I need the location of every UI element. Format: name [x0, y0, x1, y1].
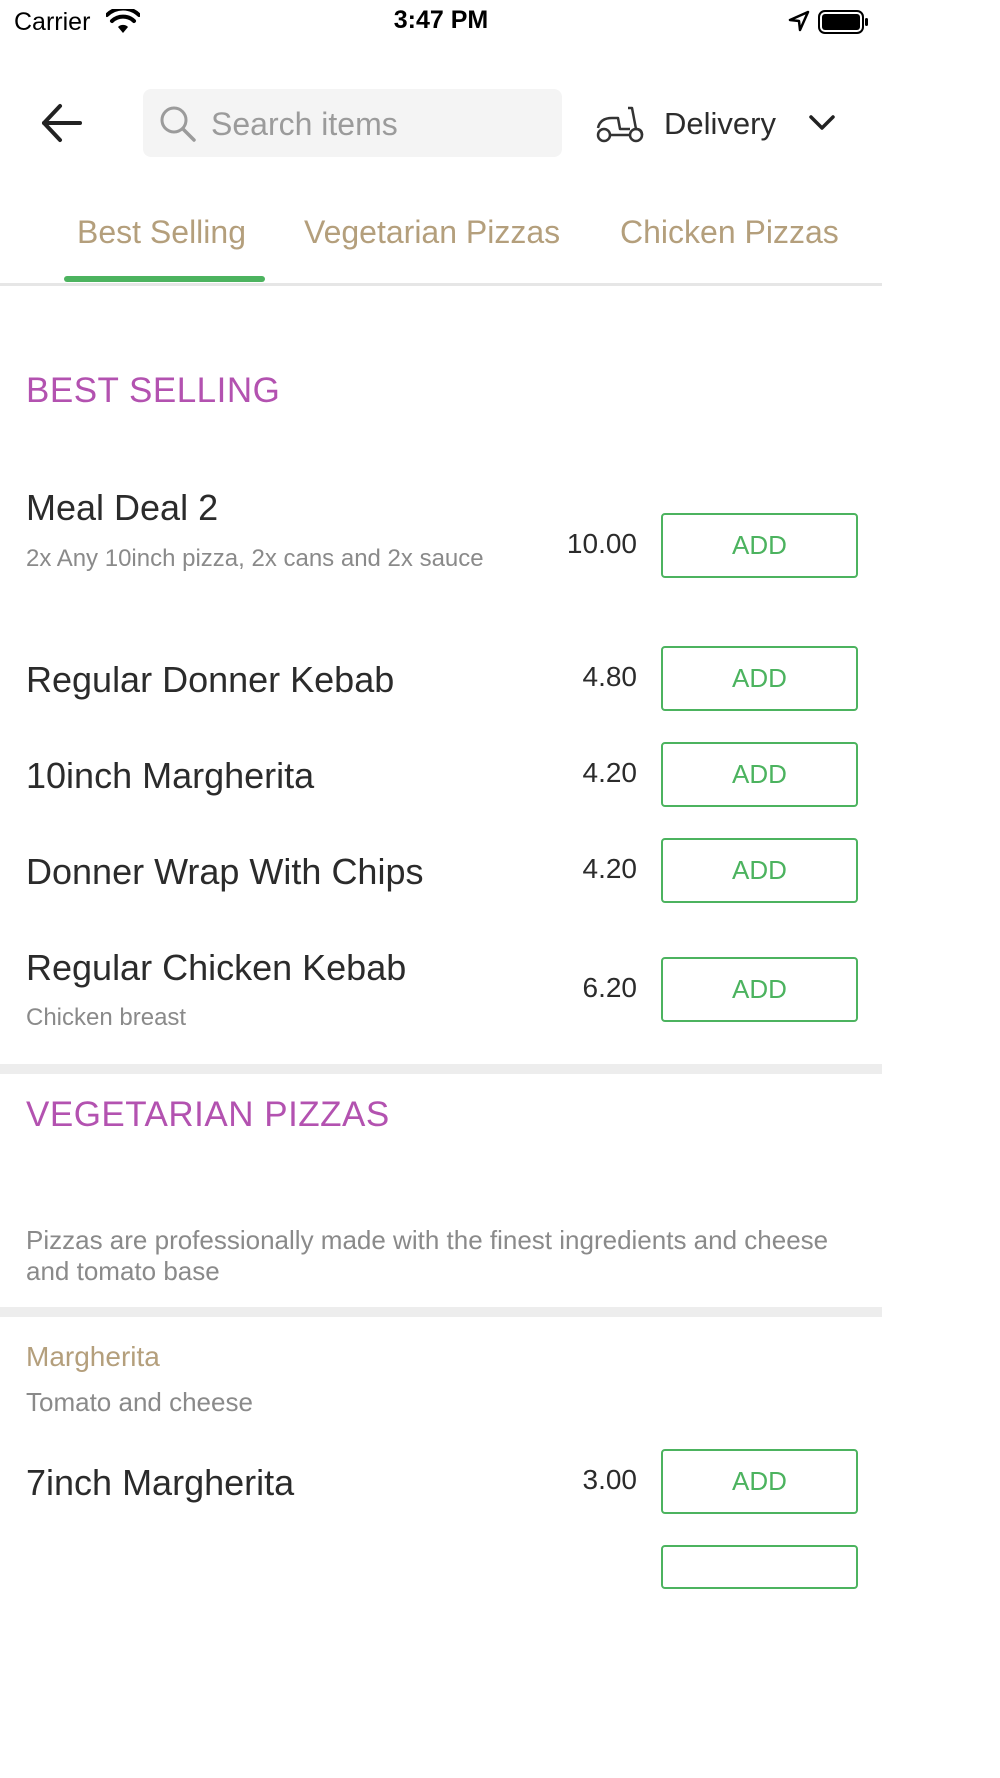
tabs-divider	[0, 283, 882, 286]
add-button[interactable]: ADD	[661, 646, 858, 711]
item-name: Regular Chicken Kebab	[26, 947, 407, 988]
item-price: 3.00	[582, 1464, 638, 1495]
search-input[interactable]	[209, 89, 553, 159]
section-divider	[0, 1064, 882, 1074]
section-divider	[0, 1307, 882, 1317]
item-price: 4.20	[582, 853, 638, 884]
item-name: Meal Deal 2	[26, 487, 219, 528]
item-name: Regular Donner Kebab	[26, 659, 395, 700]
search-box[interactable]	[143, 89, 562, 159]
tab-vegetarian-pizzas[interactable]: Vegetarian Pizzas	[304, 214, 560, 251]
item-price: 6.20	[582, 972, 638, 1003]
subsection-description: Tomato and cheese	[26, 1387, 253, 1417]
subsection-title-margherita: Margherita	[26, 1341, 160, 1372]
item-name: 10inch Margherita	[26, 755, 315, 796]
section-title-best-selling: BEST SELLING	[26, 371, 281, 410]
item-name: 7inch Margherita	[26, 1462, 295, 1503]
add-button[interactable]: ADD	[661, 1449, 858, 1514]
delivery-mode-selector[interactable]: Delivery	[594, 96, 844, 152]
item-price: 4.80	[582, 661, 638, 692]
tab-best-selling[interactable]: Best Selling	[77, 214, 246, 251]
delivery-label: Delivery	[664, 106, 776, 141]
add-button[interactable]: ADD	[661, 742, 858, 807]
add-button[interactable]: ADD	[661, 957, 858, 1022]
item-name: Donner Wrap With Chips	[26, 851, 424, 892]
add-button[interactable]: ADD	[661, 838, 858, 903]
status-bar: Carrier 3:47 PM	[0, 0, 882, 44]
status-time: 3:47 PM	[393, 6, 489, 34]
back-arrow-icon	[42, 104, 82, 142]
tab-chicken-pizzas[interactable]: Chicken Pizzas	[620, 214, 839, 251]
section-description: Pizzas are professionally made with the …	[26, 1225, 829, 1286]
add-button[interactable]: ADD	[661, 513, 858, 578]
add-button-partial[interactable]	[661, 1545, 858, 1589]
scooter-icon	[594, 104, 646, 149]
battery-icon	[818, 9, 870, 40]
search-icon	[159, 105, 197, 148]
back-button[interactable]	[38, 100, 88, 146]
menu-page: Carrier 3:47 PM Search items Delivery Be…	[0, 0, 882, 1778]
category-tabs: Best Selling Vegetarian Pizzas Chicken P…	[0, 200, 882, 286]
location-arrow-icon	[788, 10, 810, 37]
item-description: Chicken breast	[26, 1004, 187, 1031]
section-title-vegetarian-pizzas: VEGETARIAN PIZZAS	[26, 1095, 390, 1134]
active-tab-indicator	[64, 276, 265, 282]
chevron-down-icon	[808, 114, 836, 137]
item-price: 4.20	[582, 757, 638, 788]
item-description: 2x Any 10inch pizza, 2x cans and 2x sauc…	[26, 545, 484, 572]
item-price: 10.00	[566, 528, 637, 559]
